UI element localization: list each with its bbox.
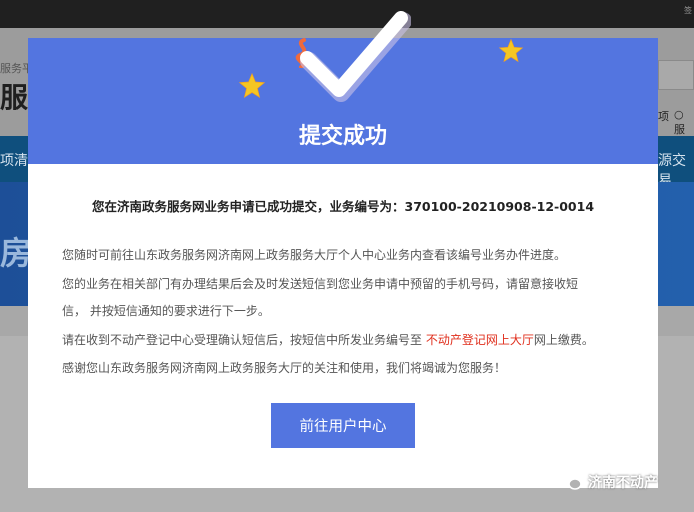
- info-thanks-line: 感谢您山东政务服务网济南网上政务服务大厅的关注和使用，我们将竭诚为您服务！: [62, 361, 507, 375]
- info-sms-line-continued: 信， 并按短信通知的要求进行下一步。: [62, 304, 270, 318]
- watermark-text: 济南不动产: [588, 475, 658, 491]
- online-hall-link[interactable]: 不动产登记网上大厅: [426, 333, 534, 347]
- success-dialog: 提交成功 您在济南政务服务网业务申请已成功提交，业务编号为：370100-202…: [28, 11, 658, 488]
- topbar-right-text[interactable]: 签: [684, 5, 692, 16]
- submission-confirmation: 您在济南政务服务网业务申请已成功提交，业务编号为：370100-20210908…: [28, 196, 658, 215]
- go-to-user-center-button[interactable]: 前往用户中心: [271, 403, 415, 448]
- confirmation-text: 您在济南政务服务网业务申请已成功提交，业务编号为：: [91, 199, 405, 214]
- search-scope-radio-2[interactable]: ○ 服: [674, 108, 694, 137]
- payment-text-before: 请在收到不动产登记中心受理确认短信后，按短信中所发业务编号至: [62, 333, 426, 347]
- watermark: 济南不动产: [560, 470, 658, 494]
- site-title-fragment: 服: [0, 81, 29, 114]
- star-icon: [498, 38, 524, 63]
- search-input[interactable]: [658, 60, 694, 90]
- payment-text-after: 网上缴费。: [533, 333, 594, 347]
- dialog-header: 提交成功: [28, 11, 658, 164]
- star-icon: [238, 72, 266, 98]
- info-sms-line: 您的业务在相关部门有办理结果后会及时发送短信到您业务申请中预留的手机号码，请留意…: [62, 277, 579, 291]
- info-payment-line: 请在收到不动产登记中心受理确认短信后，按短信中所发业务编号至 不动产登记网上大厅…: [62, 331, 642, 348]
- dialog-title: 提交成功: [298, 124, 387, 149]
- checkmark-icon: [300, 11, 411, 102]
- business-number: 370100-20210908-12-0014: [404, 199, 595, 214]
- search-scope-radio-1[interactable]: 项: [658, 108, 669, 124]
- info-progress-line: 您随时可前往山东政务服务网济南网上政务服务大厅个人中心业务内查看该编号业务办件进…: [62, 248, 567, 262]
- wechat-bubble-icon: [560, 472, 582, 490]
